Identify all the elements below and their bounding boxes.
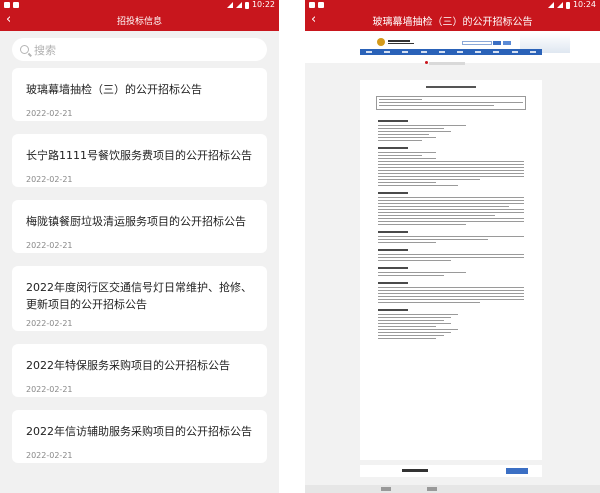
status-bar: 10:24 bbox=[305, 0, 600, 10]
location-icon bbox=[425, 61, 428, 64]
wifi-icon bbox=[547, 2, 554, 8]
item-title: 长宁路1111号餐饮服务费项目的公开招标公告 bbox=[26, 149, 252, 162]
tender-list: 玻璃幕墙抽检（三）的公开招标公告 2022-02-21 长宁路1111号餐饮服务… bbox=[12, 68, 267, 476]
item-date: 2022-02-21 bbox=[26, 319, 73, 328]
footer-logo bbox=[402, 469, 428, 472]
nav-item[interactable] bbox=[438, 51, 445, 53]
status-time: 10:22 bbox=[251, 0, 275, 9]
scroll-thumb[interactable] bbox=[427, 487, 437, 491]
system-icons: 10:24 bbox=[547, 0, 596, 10]
signal-icon bbox=[556, 2, 563, 8]
battery-icon bbox=[565, 1, 570, 9]
item-title: 2022年度闵行区交通信号灯日常维护、抢修、更新项目的公开招标公告 bbox=[26, 281, 252, 311]
item-date: 2022-02-21 bbox=[26, 385, 73, 394]
notification-icon bbox=[13, 2, 19, 8]
item-title: 2022年信访辅助服务采购项目的公开招标公告 bbox=[26, 425, 252, 438]
item-title: 2022年特保服务采购项目的公开招标公告 bbox=[26, 359, 230, 372]
nav-item[interactable] bbox=[511, 51, 518, 53]
page-title: 玻璃幕墙抽检（三）的公开招标公告 bbox=[372, 17, 533, 28]
document-body bbox=[378, 114, 524, 343]
list-item[interactable]: 2022年信访辅助服务采购项目的公开招标公告 2022-02-21 bbox=[12, 410, 267, 463]
item-date: 2022-02-21 bbox=[26, 109, 73, 118]
chevron-left-icon[interactable]: ‹ bbox=[6, 12, 11, 28]
detail-screen: 10:24 ‹ 玻璃幕墙抽检（三）的公开招标公告 bbox=[305, 0, 600, 493]
document-page bbox=[360, 80, 542, 460]
nav-item[interactable] bbox=[402, 51, 409, 53]
nav-item[interactable] bbox=[366, 51, 373, 53]
signal-icon bbox=[235, 2, 242, 8]
item-title: 梅陇镇餐厨垃圾清运服务项目的公开招标公告 bbox=[26, 215, 246, 228]
notification-icon bbox=[4, 2, 10, 8]
item-date: 2022-02-21 bbox=[26, 241, 73, 250]
search-input[interactable]: 搜索 bbox=[12, 38, 267, 61]
doc-title-line bbox=[426, 86, 476, 88]
search-icon bbox=[20, 45, 29, 54]
footer-button[interactable] bbox=[506, 468, 528, 474]
webpage-header bbox=[305, 31, 600, 63]
app-bar: ‹ 玻璃幕墙抽检（三）的公开招标公告 bbox=[305, 10, 600, 31]
chevron-left-icon[interactable]: ‹ bbox=[311, 12, 316, 28]
status-time: 10:24 bbox=[572, 0, 596, 9]
status-bar: 10:22 bbox=[0, 0, 279, 10]
search-placeholder: 搜索 bbox=[34, 43, 56, 57]
nav-item[interactable] bbox=[384, 51, 391, 53]
scroll-thumb[interactable] bbox=[381, 487, 391, 491]
list-item[interactable]: 梅陇镇餐厨垃圾清运服务项目的公开招标公告 2022-02-21 bbox=[12, 200, 267, 253]
notification-icons bbox=[4, 0, 19, 10]
nav-item[interactable] bbox=[457, 51, 464, 53]
notice-box bbox=[376, 96, 526, 110]
wifi-icon bbox=[226, 2, 233, 8]
notification-icon bbox=[318, 2, 324, 8]
notification-icons bbox=[309, 0, 324, 10]
web-nav-bar bbox=[360, 49, 542, 55]
web-search-input[interactable] bbox=[462, 41, 492, 45]
page-title: 招投标信息 bbox=[116, 17, 162, 27]
list-item[interactable]: 玻璃幕墙抽检（三）的公开招标公告 2022-02-21 bbox=[12, 68, 267, 121]
item-title: 玻璃幕墙抽检（三）的公开招标公告 bbox=[26, 83, 202, 96]
notification-icon bbox=[309, 2, 315, 8]
list-screen: 10:22 ‹ 招投标信息 搜索 玻璃幕墙抽检（三）的公开招标公告 2022-0… bbox=[0, 0, 279, 493]
emblem-icon bbox=[377, 38, 385, 46]
nav-item[interactable] bbox=[529, 51, 536, 53]
system-icons: 10:22 bbox=[226, 0, 275, 10]
nav-item[interactable] bbox=[475, 51, 482, 53]
nav-item[interactable] bbox=[493, 51, 500, 53]
nav-item[interactable] bbox=[420, 51, 427, 53]
breadcrumb bbox=[429, 62, 465, 65]
battery-icon bbox=[244, 1, 249, 9]
document-footer bbox=[360, 465, 542, 477]
list-item[interactable]: 2022年度闵行区交通信号灯日常维护、抢修、更新项目的公开招标公告 2022-0… bbox=[12, 266, 267, 331]
item-date: 2022-02-21 bbox=[26, 451, 73, 460]
horizontal-scrollbar[interactable] bbox=[305, 485, 600, 493]
list-item[interactable]: 长宁路1111号餐饮服务费项目的公开招标公告 2022-02-21 bbox=[12, 134, 267, 187]
list-item[interactable]: 2022年特保服务采购项目的公开招标公告 2022-02-21 bbox=[12, 344, 267, 397]
site-logo bbox=[377, 38, 414, 46]
item-date: 2022-02-21 bbox=[26, 175, 73, 184]
web-search-button[interactable] bbox=[493, 41, 501, 45]
app-bar: ‹ 招投标信息 bbox=[0, 10, 279, 31]
web-advanced-button[interactable] bbox=[503, 41, 511, 45]
